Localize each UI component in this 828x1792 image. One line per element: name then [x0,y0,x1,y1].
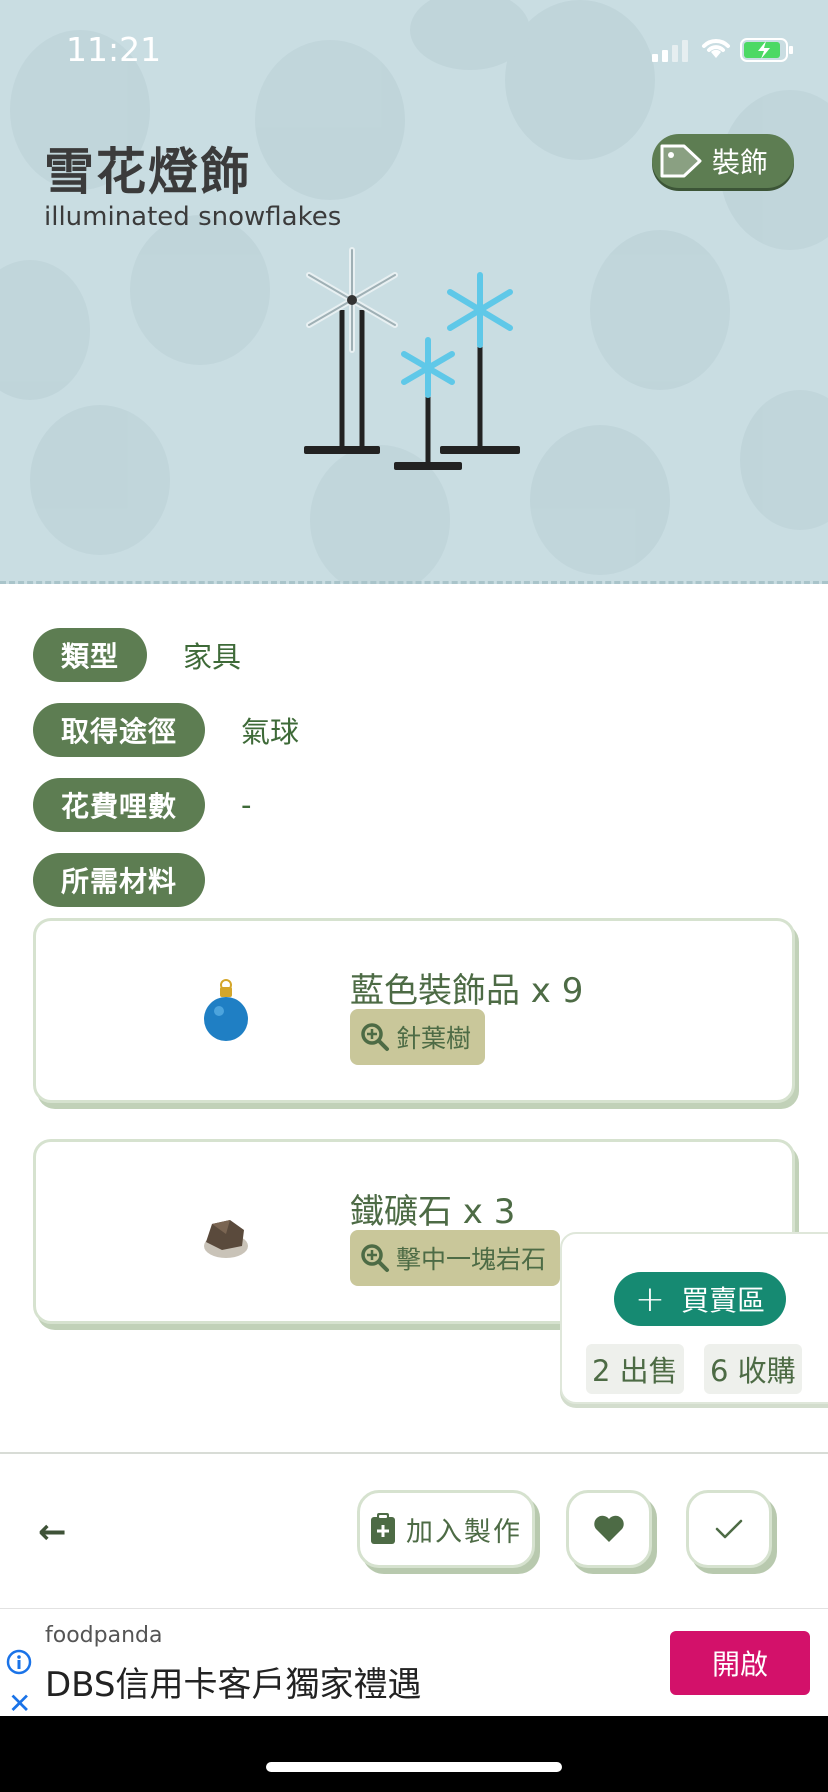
divider [0,1452,828,1454]
zoom-search-icon [361,1244,389,1272]
ad-info-icon[interactable] [6,1649,32,1675]
item-title: 雪花燈飾 [44,143,252,201]
miles-value: - [241,788,252,822]
material-source-chip[interactable]: 擊中一塊岩石 [350,1230,561,1286]
category-tag[interactable]: 裝飾 [652,134,794,188]
mark-collected-button[interactable] [686,1490,772,1568]
add-to-craft-label: 加入製作 [406,1516,522,1548]
source-pill: 取得途徑 [33,703,206,757]
material-card[interactable]: 藍色裝飾品 x 9 針葉樹 [33,918,795,1103]
trade-zone-button[interactable]: + 買賣區 [614,1272,786,1326]
status-bar: 11:21 [0,0,828,100]
heart-icon [594,1515,624,1542]
info-row-materials: 所需材料 [33,853,206,907]
ad-headline: DBS信用卡客戶獨家禮遇 [45,1665,422,1705]
zoom-search-icon [361,1023,389,1051]
miles-pill: 花費哩數 [33,778,206,832]
back-arrow-icon[interactable]: ← [38,1512,67,1552]
battery-charging-icon [740,38,793,62]
material-name: 藍色裝飾品 x 9 [350,971,584,1011]
info-row-source: 取得途徑 氣球 [33,703,299,757]
materials-pill: 所需材料 [33,853,206,907]
ad-brand: foodpanda [45,1623,163,1648]
favorite-button[interactable] [566,1490,652,1568]
add-to-craft-button[interactable]: 加入製作 [357,1490,535,1568]
info-row-miles: 花費哩數 - [33,778,251,832]
wifi-icon [702,39,730,58]
item-subtitle-en: illuminated snowflakes [44,202,342,232]
status-time: 11:21 [66,30,162,69]
trade-panel: + 買賣區 2 出售 6 收購 [560,1232,828,1404]
material-source-label: 針葉樹 [396,1024,472,1053]
material-source-label: 擊中一塊岩石 [396,1245,547,1274]
type-value: 家具 [183,640,242,674]
type-pill: 類型 [33,628,148,682]
plus-icon: + [634,1278,666,1320]
ad-open-button[interactable]: 開啟 [670,1631,810,1695]
info-row-type: 類型 家具 [33,628,241,682]
sell-count[interactable]: 2 出售 [586,1344,684,1394]
header-dashed-edge [0,580,828,584]
tag-icon [660,144,702,178]
buy-count[interactable]: 6 收購 [704,1344,802,1394]
trade-zone-label: 買賣區 [681,1284,766,1317]
material-name: 鐵礦石 x 3 [350,1192,516,1232]
ad-banner[interactable]: ✕ foodpanda DBS信用卡客戶獨家禮遇 開啟 [0,1608,828,1720]
iron-nugget-icon [204,1220,248,1258]
cellular-signal-icon [652,40,688,62]
source-value: 氣球 [241,715,300,749]
snowflake-lights-image [304,247,520,470]
checkmark-icon [715,1519,743,1539]
home-indicator[interactable] [266,1762,562,1772]
clipboard-plus-icon [371,1513,395,1544]
material-source-chip[interactable]: 針葉樹 [350,1009,486,1065]
blue-ornament-icon [204,979,248,1041]
system-bottom-bar [0,1716,828,1792]
category-tag-label: 裝飾 [712,146,769,179]
